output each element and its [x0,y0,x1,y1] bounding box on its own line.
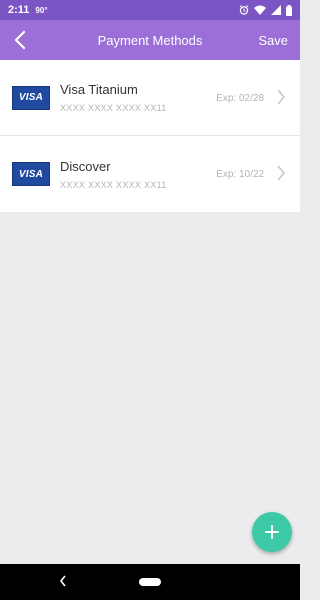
page-title: Payment Methods [97,32,203,48]
plus-icon [265,525,279,539]
status-icons [239,4,292,16]
chevron-right-icon [277,89,285,105]
status-time: 2:11 [8,4,30,16]
app-bar: Payment Methods Save [0,20,300,60]
battery-icon [286,4,292,16]
nav-back-icon[interactable] [58,574,68,588]
card-number: XXXX XXXX XXXX XX11 [60,103,167,113]
back-arrow-icon [14,30,26,50]
chevron-right-icon [277,165,285,181]
back-button[interactable] [2,20,38,60]
visa-logo-icon: VISA [12,162,50,186]
card-number: XXXX XXXX XXXX XX11 [60,179,167,190]
save-button[interactable]: Save [258,33,288,48]
payment-method-list: VISA Visa Titanium XXXX XXXX XXXX XX11 E… [0,60,300,212]
signal-icon [271,5,281,15]
card-expiry: Exp: 10/22 [216,169,264,180]
alarm-icon [239,5,249,15]
add-payment-method-button[interactable] [252,512,292,552]
wifi-icon [254,5,266,15]
card-name: Discover [60,158,111,174]
status-temperature: 90° [35,5,48,15]
system-nav-bar [0,564,300,600]
payment-method-item[interactable]: VISA Visa Titanium XXXX XXXX XXXX XX11 E… [0,60,300,136]
card-brand-label: VISA [18,92,44,103]
card-brand-label: VISA [18,168,44,180]
card-name: Visa Titanium [60,82,138,97]
status-bar: 2:11 90° [0,0,300,20]
payment-method-item[interactable]: VISA Discover XXXX XXXX XXXX XX11 Exp: 1… [0,136,300,212]
card-expiry: Exp: 02/28 [216,93,264,104]
nav-home-icon[interactable] [139,578,161,586]
visa-logo-icon: VISA [12,85,50,110]
